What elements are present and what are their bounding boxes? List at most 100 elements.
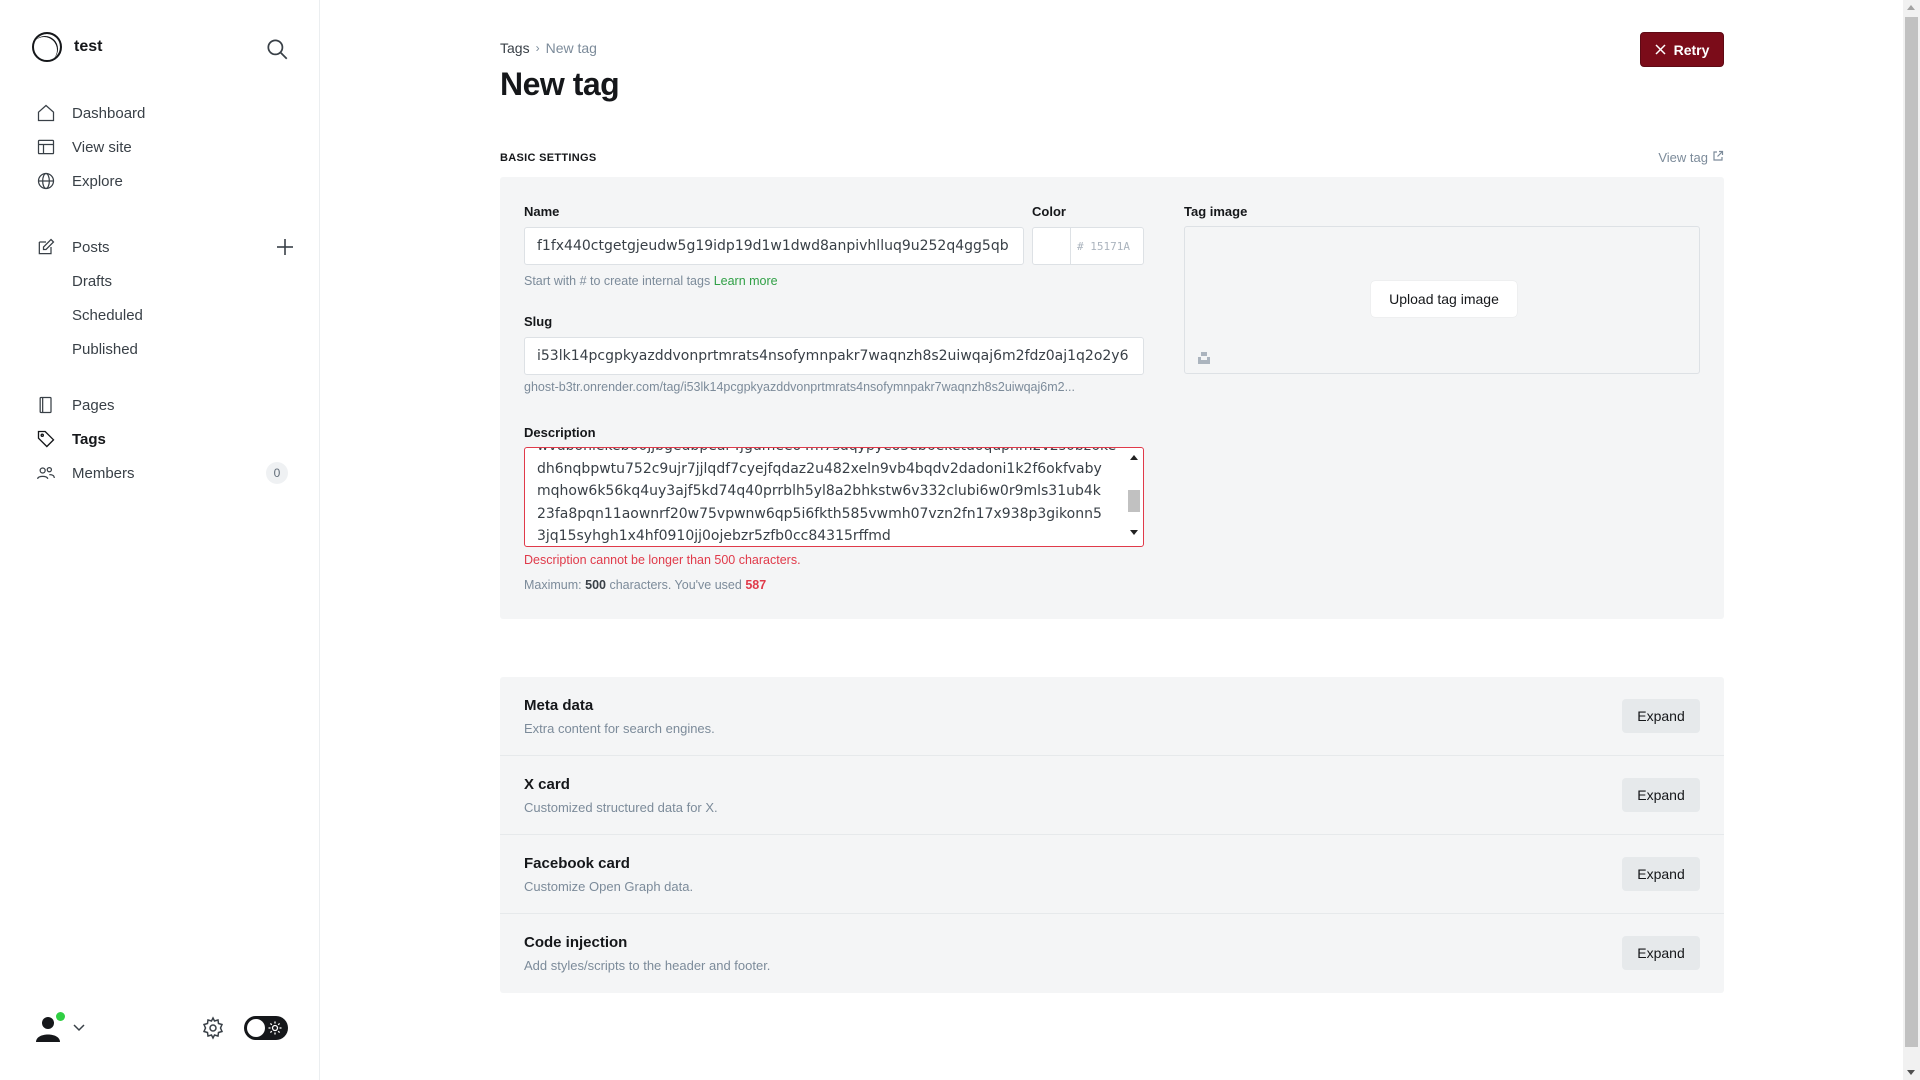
globe-icon [36, 171, 56, 191]
color-hex-value[interactable]: # 15171A [1071, 228, 1136, 264]
view-tag-link[interactable]: View tag [1658, 150, 1724, 165]
sidebar-item-published[interactable]: Published [36, 332, 296, 366]
description-textarea[interactable]: wvdbonlekeb60jjbgedbpear4jgdmeeo4m7sdqyp… [524, 447, 1144, 547]
slug-url-preview: ghost-b3tr.onrender.com/tag/i53lk14pcgpk… [524, 380, 1076, 394]
sidebar-item-members[interactable]: Members 0 [36, 456, 296, 490]
search-icon[interactable] [264, 36, 290, 62]
description-line: wvdbonlekeb60jjbgedbpear4jgdmeeo4m7sdqyp… [537, 448, 1116, 458]
sidebar-item-label: View site [72, 138, 132, 156]
close-icon [1655, 42, 1666, 58]
color-swatch[interactable] [1033, 228, 1071, 264]
home-icon [36, 103, 56, 123]
counter-mid: characters. You've used [609, 578, 742, 592]
textarea-scrollbar[interactable] [1127, 450, 1141, 542]
accordion-title: X card [524, 776, 570, 793]
scroll-up-arrow-icon[interactable] [1130, 455, 1138, 460]
nav-secondary: Pages Tags Members 0 [36, 388, 296, 490]
settings-accordion: Meta data Extra content for search engin… [500, 677, 1724, 993]
view-site-icon [36, 137, 56, 157]
retry-label: Retry [1673, 41, 1710, 58]
sidebar-item-label: Dashboard [72, 104, 146, 122]
sidebar-item-explore[interactable]: Explore [36, 164, 296, 198]
slug-input[interactable]: i53lk14pcgpkyazddvonprtmrats4nsofymnpakr… [524, 337, 1144, 375]
scroll-down-arrow-icon[interactable] [1907, 1070, 1915, 1075]
view-tag-label: View tag [1658, 150, 1708, 165]
expand-meta-data-button[interactable]: Expand [1622, 699, 1700, 733]
accordion-desc: Extra content for search engines. [524, 721, 715, 736]
sidebar-item-view-site[interactable]: View site [36, 130, 296, 164]
tag-icon [36, 429, 56, 449]
site-name: test [74, 38, 103, 55]
sidebar-item-pages[interactable]: Pages [36, 388, 296, 422]
slug-label: Slug [524, 314, 553, 329]
external-link-icon [1712, 150, 1724, 165]
breadcrumb-current: New tag [545, 40, 597, 56]
breadcrumb-parent[interactable]: Tags [500, 40, 530, 56]
tag-image-dropzone[interactable]: Upload tag image [1184, 226, 1700, 374]
scroll-down-arrow-icon[interactable] [1130, 530, 1138, 535]
tag-image-label: Tag image [1184, 204, 1248, 219]
gear-icon[interactable] [201, 1016, 225, 1040]
scroll-thumb[interactable] [1905, 17, 1918, 1047]
sun-icon [268, 1021, 282, 1035]
add-post-icon[interactable] [274, 236, 296, 258]
upload-tag-image-button[interactable]: Upload tag image [1371, 281, 1517, 317]
accordion-facebook-card: Facebook card Customize Open Graph data.… [500, 835, 1724, 914]
chevron-down-icon[interactable] [72, 1020, 86, 1034]
page-scrollbar[interactable] [1903, 0, 1920, 1080]
accordion-desc: Customize Open Graph data. [524, 879, 694, 894]
online-status-dot [56, 1012, 65, 1021]
members-count-badge: 0 [266, 462, 288, 484]
description-line: 23fa8pqn11aownrf20w75vpwnw6qp5i6fkth585v… [537, 505, 1102, 522]
sidebar-item-drafts[interactable]: Drafts [36, 264, 296, 298]
name-label: Name [524, 204, 560, 219]
sidebar: test Dashboard View site Explore Posts D… [0, 0, 320, 1080]
sidebar-item-posts[interactable]: Posts [36, 230, 296, 264]
members-icon [36, 463, 56, 483]
breadcrumb: Tags › New tag [500, 40, 597, 56]
description-label: Description [524, 425, 596, 440]
chevron-right-icon: › [535, 41, 540, 55]
site-brand[interactable]: test [32, 32, 102, 62]
accordion-title: Facebook card [524, 855, 630, 872]
sidebar-item-tags[interactable]: Tags [36, 422, 296, 456]
expand-facebook-card-button[interactable]: Expand [1622, 857, 1700, 891]
name-input[interactable]: f1fx440ctgetgjeudw5g19idp19d1w1dwd8anpiv… [524, 227, 1024, 265]
sidebar-item-label: Tags [72, 430, 106, 448]
sidebar-item-label: Scheduled [72, 306, 143, 324]
expand-x-card-button[interactable]: Expand [1622, 778, 1700, 812]
counter-max: 500 [585, 578, 606, 592]
accordion-x-card: X card Customized structured data for X.… [500, 756, 1724, 835]
scroll-thumb[interactable] [1128, 490, 1140, 512]
theme-toggle[interactable] [244, 1016, 288, 1040]
pages-icon [36, 395, 56, 415]
description-line: dh6nqbpwtu752c9ujr7jjlqdf7cyejfqdaz2u482… [537, 460, 1102, 477]
accordion-code-injection: Code injection Add styles/scripts to the… [500, 914, 1724, 993]
sidebar-item-label: Posts [72, 238, 110, 256]
accordion-title: Meta data [524, 697, 594, 714]
expand-code-injection-button[interactable]: Expand [1622, 936, 1700, 970]
description-error: Description cannot be longer than 500 ch… [524, 553, 801, 567]
site-logo [32, 32, 62, 62]
counter-used: 587 [745, 578, 767, 592]
nav-primary: Dashboard View site Explore [36, 96, 296, 198]
accordion-title: Code injection [524, 934, 628, 951]
retry-button[interactable]: Retry [1640, 32, 1724, 67]
nav-posts: Posts Drafts Scheduled Published [36, 230, 296, 366]
sidebar-item-label: Members [72, 464, 135, 482]
color-input[interactable]: # 15171A [1032, 227, 1144, 265]
description-line: mqhow6k56kq4uy3ajf5kd74q40prrblh5yl8a2bh… [537, 483, 1101, 499]
scroll-up-arrow-icon[interactable] [1907, 5, 1915, 10]
description-line: 3jq15syhgh1x4hf0910jj0ojebzr5zfb0cc84315… [537, 528, 891, 544]
sidebar-item-label: Drafts [72, 272, 113, 290]
description-counter: Maximum: 500 characters. You've used 587 [524, 578, 766, 592]
sidebar-item-dashboard[interactable]: Dashboard [36, 96, 296, 130]
sidebar-item-label: Pages [72, 396, 115, 414]
sidebar-item-label: Explore [72, 172, 123, 190]
sidebar-item-label: Published [72, 340, 138, 358]
basic-settings-card: Name f1fx440ctgetgjeudw5g19idp19d1w1dwd8… [500, 177, 1724, 619]
counter-prefix: Maximum: [524, 578, 582, 592]
unsplash-icon[interactable] [1197, 351, 1211, 365]
learn-more-link[interactable]: Learn more [714, 274, 778, 288]
sidebar-item-scheduled[interactable]: Scheduled [36, 298, 296, 332]
